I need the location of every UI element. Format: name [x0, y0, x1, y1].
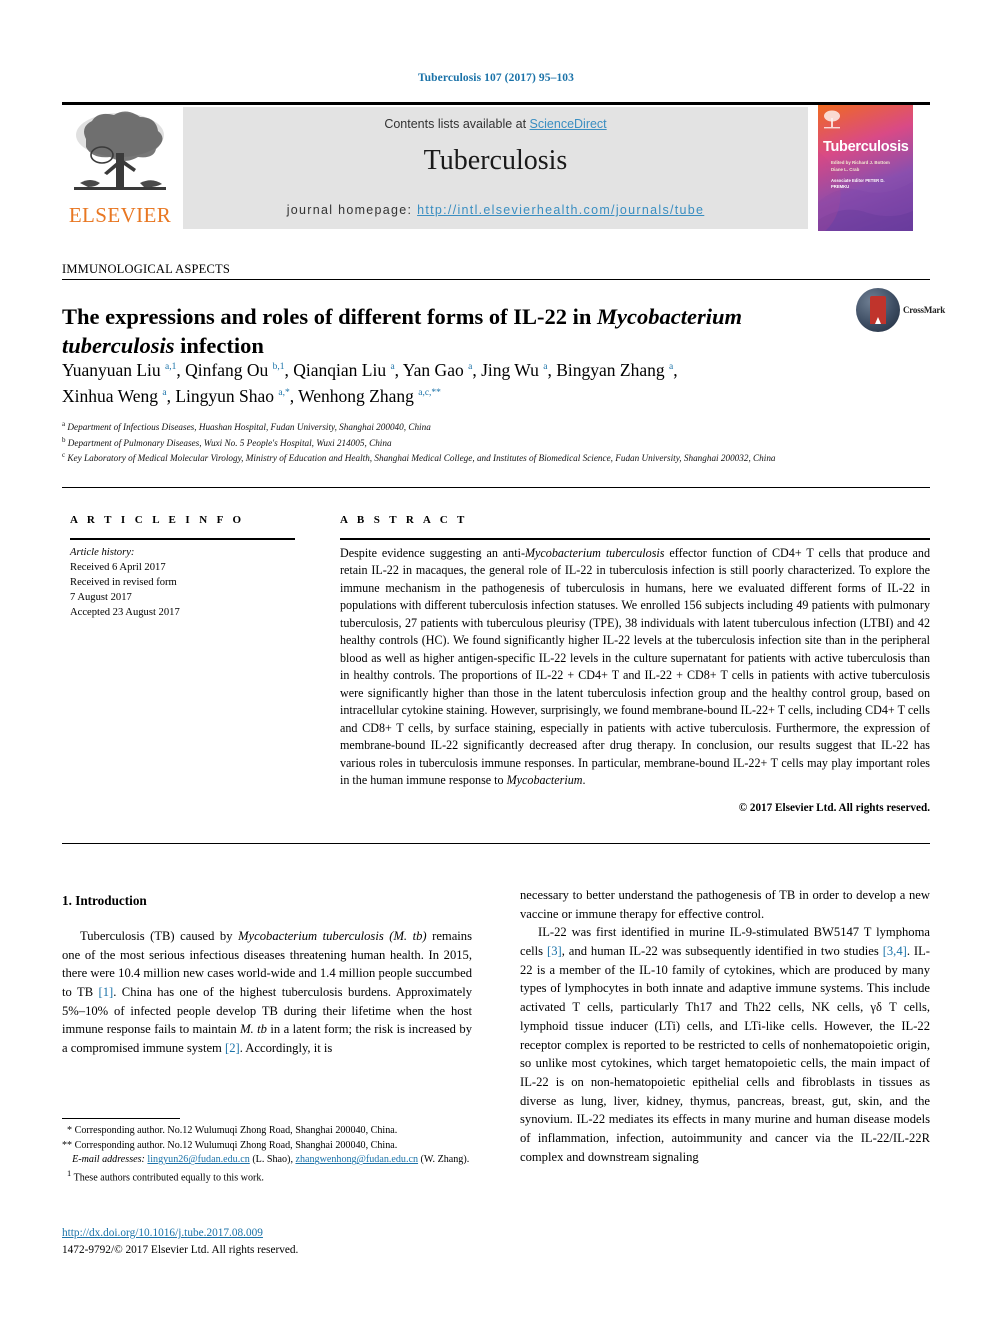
abstract-rule	[340, 538, 930, 540]
cover-editors: Edited by Richard J. Bottom Diane L. Cra…	[831, 160, 890, 172]
section-rule	[62, 279, 930, 280]
cover-assoc-editors: Associate Editor PETER D. PREMKU	[831, 178, 885, 190]
body-column-left: 1. Introduction Tuberculosis (TB) caused…	[62, 893, 472, 1058]
article-info-rule	[70, 538, 295, 540]
running-head: Tuberculosis 107 (2017) 95–103	[417, 72, 575, 84]
abstract-species-1: Mycobacterium tuberculosis	[524, 546, 665, 560]
abstract-seg-3: .	[582, 773, 586, 788]
journal-title: Tuberculosis	[423, 145, 568, 176]
email-link-shao[interactable]: lingyun26@fudan.edu.cn	[147, 1154, 249, 1165]
journal-masthead: ELSEVIER Contents lists available at Sci…	[62, 103, 930, 231]
email-label: E-mail addresses:	[72, 1154, 145, 1166]
footnote-corresponding-1: * Corresponding author. No.12 Wulumuqi Z…	[67, 1125, 398, 1136]
abstract-seg-1: Despite evidence suggesting an anti-	[340, 546, 525, 560]
cover-title: Tuberculosis	[823, 139, 909, 155]
journal-homepage-line: journal homepage: http://intl.elsevierhe…	[183, 203, 808, 217]
abstract-seg-2: effector function of CD4+ T cells that p…	[340, 546, 931, 788]
issn-copyright: 1472-9792/© 2017 Elsevier Ltd. All right…	[62, 1244, 299, 1256]
elsevier-wordmark: ELSEVIER	[68, 203, 172, 227]
title-part-2: infection	[174, 332, 264, 358]
elsevier-logo: ELSEVIER	[62, 107, 178, 229]
affiliation-list: a Department of Infectious Diseases, Hua…	[62, 419, 862, 466]
section-label: IMMUNOLOGICAL ASPECTS	[62, 262, 230, 276]
email-link-zhang[interactable]: zhangwenhong@fudan.edu.cn	[296, 1154, 419, 1165]
footnote-block: * Corresponding author. No.12 Wulumuqi Z…	[62, 1124, 474, 1186]
abstract-text: Despite evidence suggesting an anti-Myco…	[340, 545, 930, 790]
citation-1[interactable]: [1]	[99, 985, 114, 999]
abstract-heading: A B S T R A C T	[340, 514, 468, 526]
journal-homepage-link[interactable]: http://intl.elsevierhealth.com/journals/…	[417, 203, 704, 217]
contents-line: Contents lists available at ScienceDirec…	[183, 117, 808, 131]
intro-species-2: M. tb	[240, 1022, 267, 1037]
page-title: The expressions and roles of different f…	[62, 303, 762, 361]
crossmark-badge[interactable]: CrossMark	[856, 288, 945, 334]
citation-3-4[interactable]: [3,4]	[883, 944, 907, 958]
abstract-copyright: © 2017 Elsevier Ltd. All rights reserved…	[738, 802, 930, 814]
affiliation-b: b Department of Pulmonary Diseases, Wuxi…	[62, 435, 392, 448]
right-paragraph-1: necessary to better understand the patho…	[520, 888, 930, 921]
abstract-bottom-rule	[62, 843, 930, 844]
journal-cover-image: Tuberculosis Edited by Richard J. Bottom…	[818, 105, 913, 231]
intro-seg-e: . Accordingly, it is	[239, 1041, 333, 1056]
right-seg-b: , and human IL-22 was subsequently ident…	[561, 944, 883, 959]
right-seg-c: . IL-22 is a member of the IL-10 family …	[520, 944, 930, 1164]
footnote-rule	[62, 1118, 180, 1120]
intro-species-1: Mycobacterium tuberculosis (M. tb)	[238, 929, 427, 943]
abstract-species-2: Mycobacterium	[506, 773, 583, 788]
article-page: Tuberculosis 107 (2017) 95–103 ELSEVIER …	[0, 0, 992, 1323]
crossmark-circle-icon	[856, 288, 900, 332]
author-list: Yuanyuan Liu a,1, Qinfang Ou b,1, Qianqi…	[62, 360, 678, 406]
crossmark-label: CrossMark	[903, 305, 946, 315]
sciencedirect-link[interactable]: ScienceDirect	[530, 117, 607, 131]
contents-prefix: Contents lists available at	[384, 117, 530, 131]
article-revised-date: 7 August 2017	[70, 592, 132, 604]
article-info-heading: A R T I C L E I N F O	[70, 514, 245, 526]
article-history-label: Article history:	[70, 547, 135, 558]
body-column-right: necessary to better understand the patho…	[520, 886, 930, 1166]
crossmark-book-icon	[870, 296, 886, 324]
article-received: Received 6 April 2017	[70, 562, 166, 574]
homepage-prefix: journal homepage:	[286, 203, 418, 217]
citation-3[interactable]: [3]	[547, 944, 562, 958]
affiliation-c: c Key Laboratory of Medical Molecular Vi…	[62, 451, 776, 464]
sciencedirect-band: Contents lists available at ScienceDirec…	[183, 107, 808, 229]
authors-rule	[62, 487, 930, 488]
intro-seg-a: Tuberculosis (TB) caused by	[80, 929, 239, 943]
footnote-equal-contribution: 1 These authors contributed equally to t…	[67, 1168, 264, 1184]
doi-link[interactable]: http://dx.doi.org/10.1016/j.tube.2017.08…	[62, 1227, 263, 1239]
article-accepted: Accepted 23 August 2017	[70, 607, 180, 619]
heading-introduction: 1. Introduction	[62, 893, 147, 908]
right-paragraph-2: IL-22 was first identified in murine IL-…	[520, 923, 930, 1166]
footnote-corresponding-2: ** Corresponding author. No.12 Wulumuqi …	[62, 1139, 398, 1151]
article-revised-label: Received in revised form	[70, 577, 177, 589]
intro-paragraph-1: Tuberculosis (TB) caused by Mycobacteriu…	[62, 927, 472, 1058]
cover-elsevier-icon	[823, 109, 841, 131]
title-part-1: The expressions and roles of different f…	[62, 304, 598, 330]
citation-2[interactable]: [2]	[225, 1041, 240, 1055]
article-history: Article history: Received 6 April 2017 R…	[70, 545, 310, 620]
affiliation-a: a Department of Infectious Diseases, Hua…	[62, 420, 431, 433]
elsevier-tree-icon	[66, 109, 174, 201]
footnote-emails: E-mail addresses: lingyun26@fudan.edu.cn…	[72, 1154, 470, 1166]
